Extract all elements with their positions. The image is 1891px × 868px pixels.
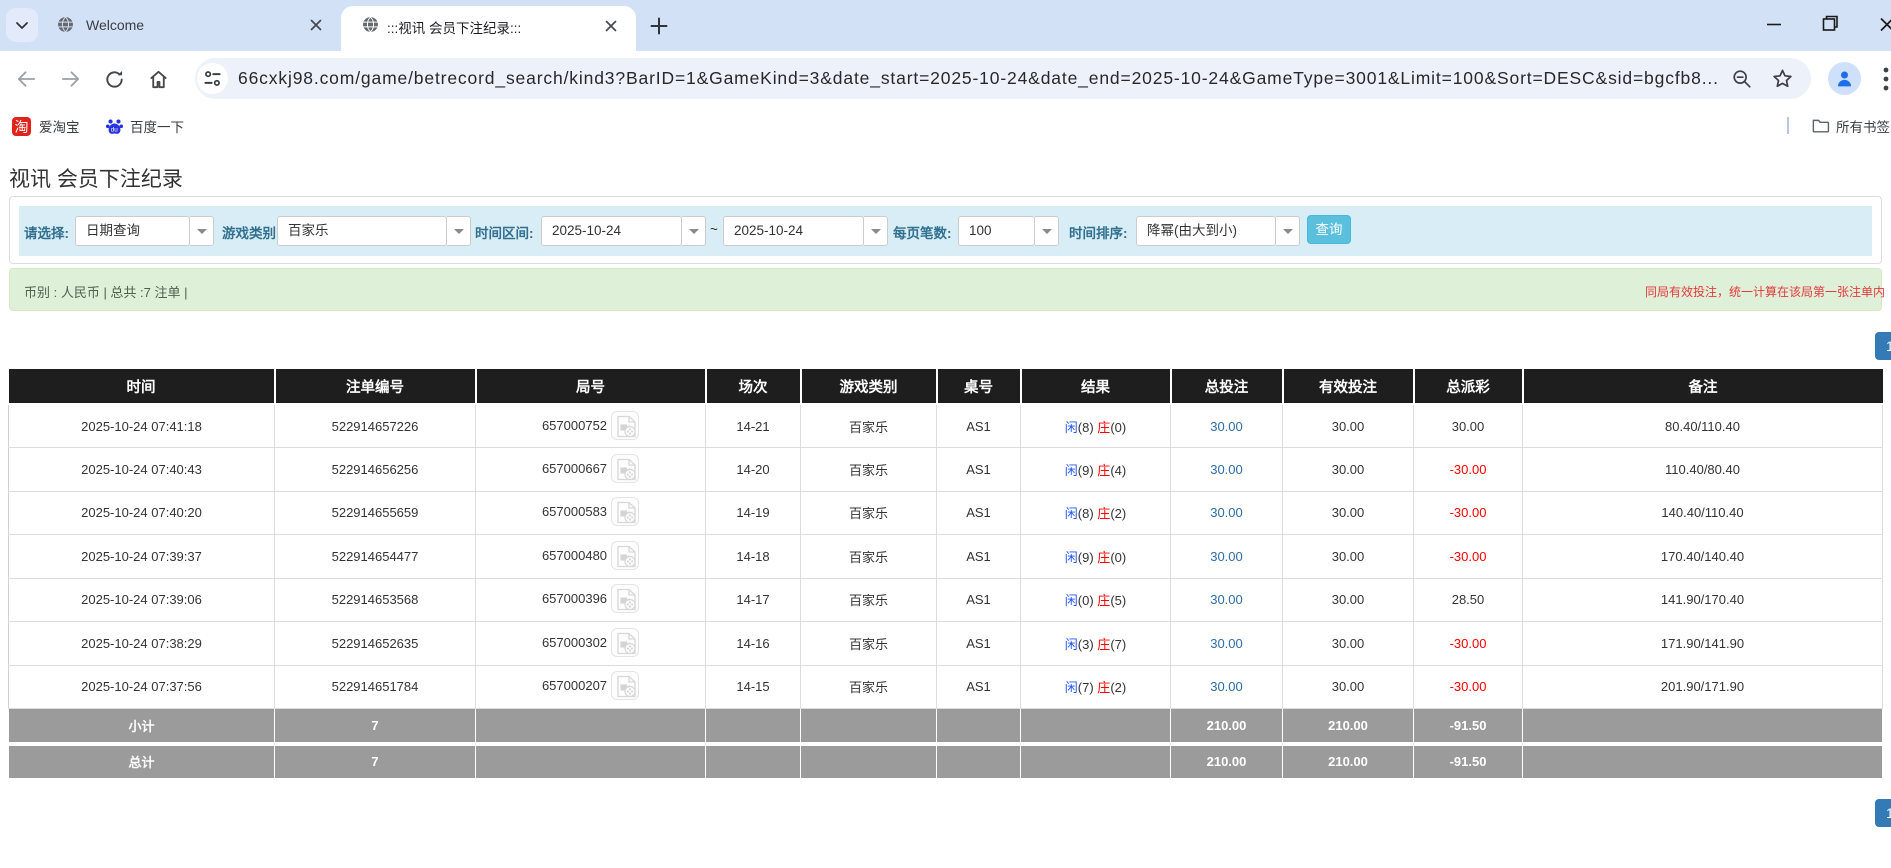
svg-text:du: du bbox=[111, 127, 119, 134]
